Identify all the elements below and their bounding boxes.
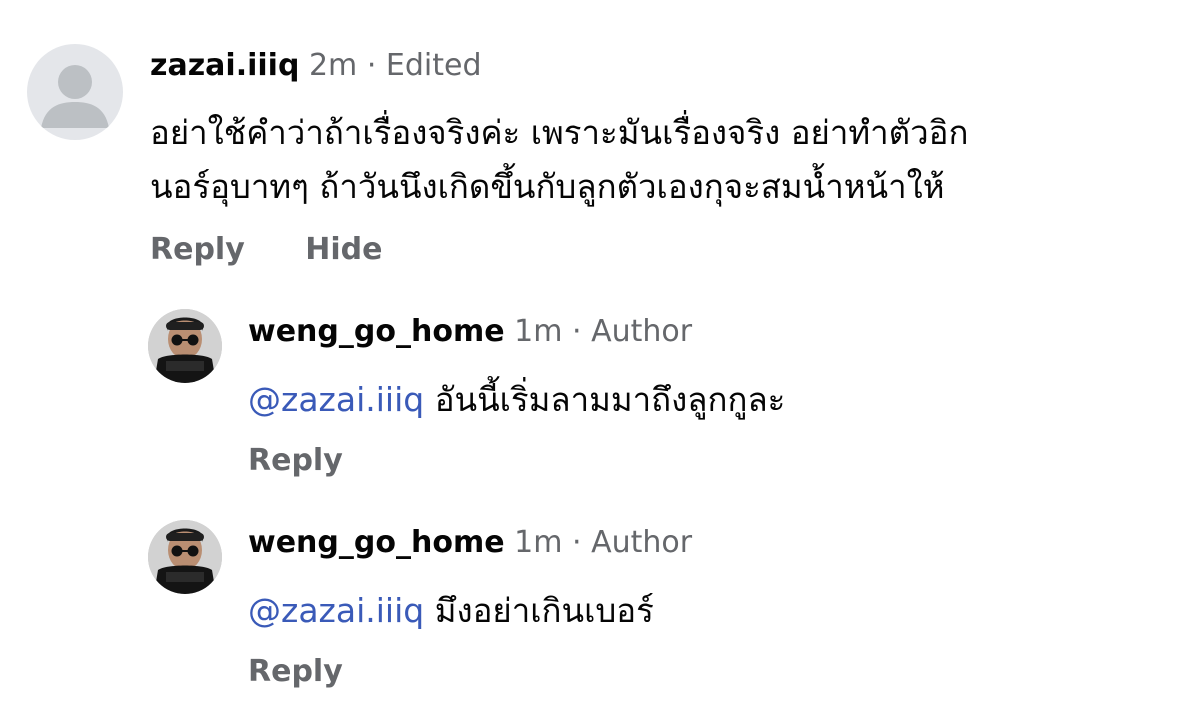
reply-actions: Reply bbox=[248, 443, 343, 479]
reply-button[interactable]: Reply bbox=[248, 443, 343, 479]
meta-separator: · bbox=[571, 525, 582, 560]
hide-button[interactable]: Hide bbox=[305, 232, 382, 268]
reply-actions: Reply bbox=[248, 654, 343, 690]
profile-photo-avatar[interactable] bbox=[148, 309, 222, 383]
comment-text-line: อย่าใช้คำว่าถ้าเรื่องจริงค่ะ เพราะมันเรื… bbox=[150, 113, 969, 152]
profile-photo-avatar[interactable] bbox=[148, 520, 222, 594]
username[interactable]: zazai.iiiq bbox=[150, 48, 299, 83]
reply-text: @zazai.iiiq มึงอย่าเกินเบอร์ bbox=[248, 584, 654, 638]
reply-header: weng_go_home 1m · Author bbox=[248, 314, 692, 350]
mention-link[interactable]: @zazai.iiiq bbox=[248, 591, 424, 630]
timestamp: 2m bbox=[308, 48, 358, 83]
timestamp: 1m bbox=[514, 314, 563, 349]
comment-text-line: นอร์อุบาทๆ ถ้าวันนึงเกิดขึ้นกับลูกตัวเอง… bbox=[150, 167, 945, 206]
edited-label: Edited bbox=[385, 48, 482, 83]
meta-separator: · bbox=[366, 48, 377, 83]
username[interactable]: weng_go_home bbox=[248, 525, 505, 560]
username[interactable]: weng_go_home bbox=[248, 314, 505, 349]
reply-message: มึงอย่าเกินเบอร์ bbox=[434, 591, 654, 630]
comment-header: zazai.iiiq 2m · Edited bbox=[150, 48, 482, 84]
reply-message: อันนี้เริ่มลามมาถึงลูกกูละ bbox=[434, 380, 786, 419]
meta-separator: · bbox=[571, 314, 582, 349]
timestamp: 1m bbox=[514, 525, 563, 560]
comment-actions: Reply Hide bbox=[150, 232, 382, 268]
author-badge: Author bbox=[591, 314, 693, 349]
mention-link[interactable]: @zazai.iiiq bbox=[248, 380, 424, 419]
reply-button[interactable]: Reply bbox=[150, 232, 245, 268]
default-avatar-icon[interactable] bbox=[27, 44, 123, 140]
reply-button[interactable]: Reply bbox=[248, 654, 343, 690]
reply-text: @zazai.iiiq อันนี้เริ่มลามมาถึงลูกกูละ bbox=[248, 373, 785, 427]
comment-text: อย่าใช้คำว่าถ้าเรื่องจริงค่ะ เพราะมันเรื… bbox=[150, 106, 968, 214]
reply-header: weng_go_home 1m · Author bbox=[248, 525, 692, 561]
author-badge: Author bbox=[591, 525, 693, 560]
